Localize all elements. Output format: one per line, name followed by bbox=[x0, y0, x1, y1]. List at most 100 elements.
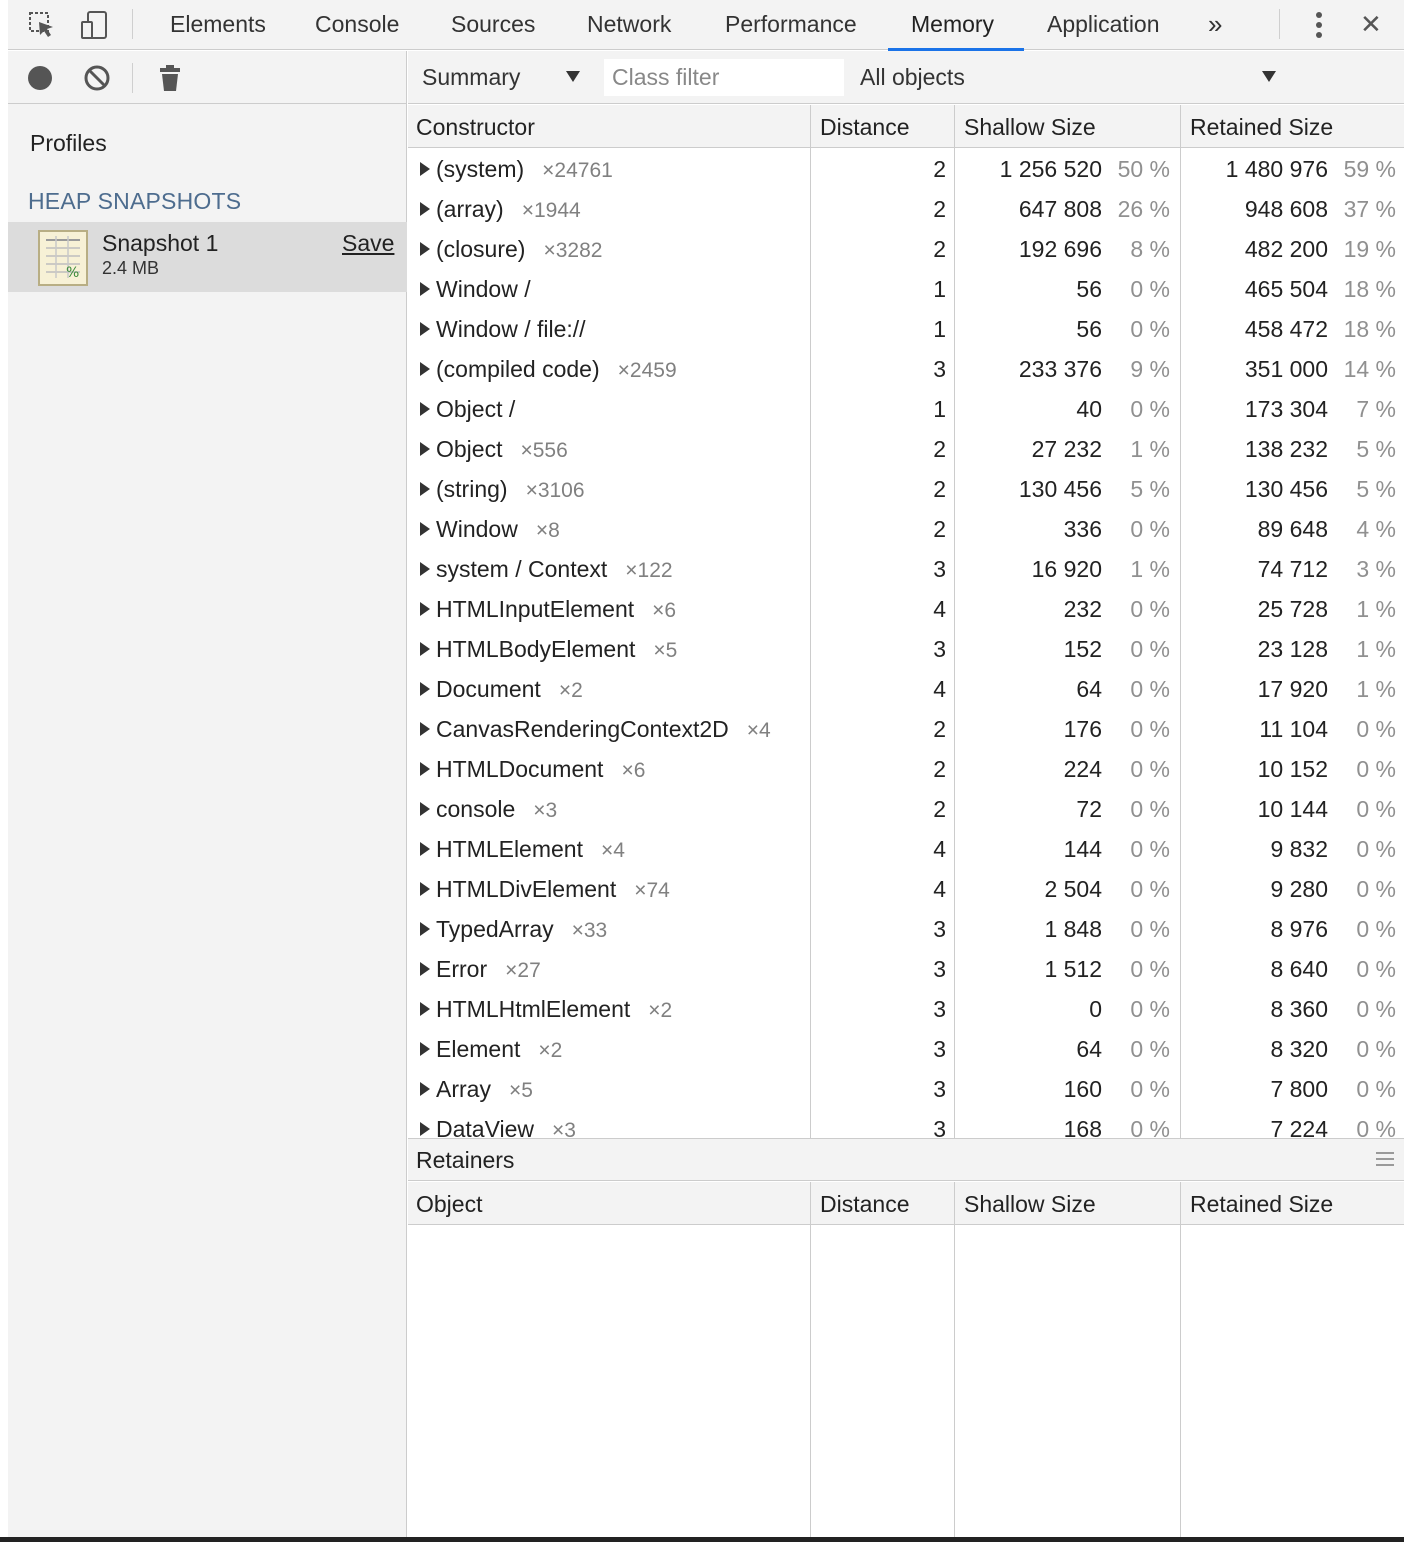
table-row[interactable]: Element ×2 3 64 0 % 8 320 0 % bbox=[408, 1029, 1404, 1069]
tab-elements[interactable]: Elements bbox=[170, 0, 266, 50]
table-row[interactable]: HTMLDivElement ×74 4 2 504 0 % 9 280 0 % bbox=[408, 869, 1404, 909]
column-header-object[interactable]: Object bbox=[408, 1182, 482, 1225]
table-row[interactable]: (closure) ×3282 2 192 696 8 % 482 200 19 % bbox=[408, 229, 1404, 269]
class-filter-input[interactable] bbox=[604, 59, 844, 96]
column-header-retained-size[interactable]: Retained Size bbox=[1182, 1182, 1333, 1225]
expand-triangle-icon[interactable] bbox=[420, 522, 430, 536]
shallow-size-cell: 160 bbox=[1063, 1076, 1102, 1102]
expand-triangle-icon[interactable] bbox=[420, 202, 430, 216]
expand-triangle-icon[interactable] bbox=[420, 1122, 430, 1136]
expand-triangle-icon[interactable] bbox=[420, 882, 430, 896]
tab-sources[interactable]: Sources bbox=[451, 0, 535, 50]
expand-triangle-icon[interactable] bbox=[420, 842, 430, 856]
expand-triangle-icon[interactable] bbox=[420, 282, 430, 296]
expand-triangle-icon[interactable] bbox=[420, 1042, 430, 1056]
close-icon[interactable]: ✕ bbox=[1360, 0, 1382, 50]
table-row[interactable]: Error ×27 3 1 512 0 % 8 640 0 % bbox=[408, 949, 1404, 989]
device-toolbar-icon[interactable] bbox=[74, 0, 114, 50]
snapshot-list-item[interactable]: % Snapshot 1 2.4 MB Save bbox=[8, 222, 407, 292]
expand-triangle-icon[interactable] bbox=[420, 762, 430, 776]
expand-triangle-icon[interactable] bbox=[420, 562, 430, 576]
table-row[interactable]: console ×3 2 72 0 % 10 144 0 % bbox=[408, 789, 1404, 829]
expand-triangle-icon[interactable] bbox=[420, 162, 430, 176]
table-row[interactable]: HTMLDocument ×6 2 224 0 % 10 152 0 % bbox=[408, 749, 1404, 789]
column-header-shallow-size[interactable]: Shallow Size bbox=[956, 1182, 1096, 1225]
constructor-name: Object / bbox=[436, 396, 516, 422]
table-row[interactable]: HTMLBodyElement ×5 3 152 0 % 23 128 1 % bbox=[408, 629, 1404, 669]
expand-triangle-icon[interactable] bbox=[420, 962, 430, 976]
table-row[interactable]: Window / 1 56 0 % 465 504 18 % bbox=[408, 269, 1404, 309]
table-row[interactable]: DataView ×3 3 168 0 % 7 224 0 % bbox=[408, 1109, 1404, 1138]
instance-count: ×2 bbox=[538, 1039, 563, 1062]
distance-cell: 3 bbox=[933, 916, 946, 942]
column-header-shallow-size[interactable]: Shallow Size bbox=[956, 105, 1096, 148]
chevron-down-icon[interactable] bbox=[1262, 71, 1276, 82]
expand-triangle-icon[interactable] bbox=[420, 362, 430, 376]
expand-triangle-icon[interactable] bbox=[420, 442, 430, 456]
table-row[interactable]: Object / 1 40 0 % 173 304 7 % bbox=[408, 389, 1404, 429]
objects-scope-select[interactable]: All objects bbox=[860, 51, 965, 104]
expand-triangle-icon[interactable] bbox=[420, 482, 430, 496]
expand-triangle-icon[interactable] bbox=[420, 322, 430, 336]
retained-size-cell: 7 224 bbox=[1270, 1116, 1328, 1138]
tab-performance[interactable]: Performance bbox=[725, 0, 857, 50]
table-row[interactable]: HTMLElement ×4 4 144 0 % 9 832 0 % bbox=[408, 829, 1404, 869]
tab-memory[interactable]: Memory bbox=[911, 0, 994, 50]
clear-all-profiles-icon[interactable] bbox=[82, 51, 112, 104]
table-row[interactable]: HTMLInputElement ×6 4 232 0 % 25 728 1 % bbox=[408, 589, 1404, 629]
constructor-name: (closure) bbox=[436, 236, 526, 262]
retained-size-cell: 8 976 bbox=[1270, 916, 1328, 942]
column-header-distance[interactable]: Distance bbox=[812, 105, 909, 148]
tab-application[interactable]: Application bbox=[1047, 0, 1160, 50]
column-header-distance[interactable]: Distance bbox=[812, 1182, 909, 1225]
table-row[interactable]: CanvasRenderingContext2D ×4 2 176 0 % 11 104 0… bbox=[408, 709, 1404, 749]
table-row[interactable]: Window ×8 2 336 0 % 89 648 4 % bbox=[408, 509, 1404, 549]
inspect-element-icon[interactable] bbox=[22, 0, 62, 50]
shallow-size-cell: 27 232 bbox=[1031, 436, 1102, 462]
kebab-menu-icon[interactable] bbox=[1304, 0, 1334, 50]
instance-count: ×2 bbox=[558, 679, 583, 702]
retained-size-cell: 465 504 bbox=[1244, 276, 1328, 302]
table-row[interactable]: HTMLHtmlElement ×2 3 0 0 % 8 360 0 % bbox=[408, 989, 1404, 1029]
expand-triangle-icon[interactable] bbox=[420, 922, 430, 936]
chevron-down-icon[interactable] bbox=[566, 71, 580, 82]
table-row[interactable]: (string) ×3106 2 130 456 5 % 130 456 5 % bbox=[408, 469, 1404, 509]
constructor-name: (compiled code) bbox=[436, 356, 600, 382]
table-row[interactable]: Document ×2 4 64 0 % 17 920 1 % bbox=[408, 669, 1404, 709]
perspective-select[interactable]: Summary bbox=[422, 51, 520, 104]
resize-handle-icon[interactable] bbox=[1376, 1152, 1394, 1170]
column-header-retained-size[interactable]: Retained Size bbox=[1182, 105, 1333, 148]
distance-cell: 4 bbox=[933, 876, 946, 902]
expand-triangle-icon[interactable] bbox=[420, 642, 430, 656]
expand-triangle-icon[interactable] bbox=[420, 1082, 430, 1096]
shallow-size-cell: 1 512 bbox=[1044, 956, 1102, 982]
table-row[interactable]: (array) ×1944 2 647 808 26 % 948 608 37 % bbox=[408, 189, 1404, 229]
save-snapshot-link[interactable]: Save bbox=[342, 230, 394, 257]
column-header-constructor[interactable]: Constructor bbox=[408, 105, 535, 148]
collect-garbage-icon[interactable] bbox=[158, 51, 182, 104]
tab-network[interactable]: Network bbox=[587, 0, 671, 50]
expand-triangle-icon[interactable] bbox=[420, 1002, 430, 1016]
record-button[interactable] bbox=[26, 51, 54, 104]
instance-count: ×3 bbox=[533, 799, 558, 822]
expand-triangle-icon[interactable] bbox=[420, 602, 430, 616]
table-row[interactable]: Window / file:// 1 56 0 % 458 472 18 % bbox=[408, 309, 1404, 349]
constructor-cell: HTMLHtmlElement ×2 bbox=[436, 989, 672, 1029]
table-row[interactable]: (system) ×24761 2 1 256 520 50 % 1 480 976 59 … bbox=[408, 149, 1404, 189]
table-row[interactable]: TypedArray ×33 3 1 848 0 % 8 976 0 % bbox=[408, 909, 1404, 949]
table-row[interactable]: Object ×556 2 27 232 1 % 138 232 5 % bbox=[408, 429, 1404, 469]
table-row[interactable]: system / Context ×122 3 16 920 1 % 74 712 3 % bbox=[408, 549, 1404, 589]
retained-size-cell: 11 104 bbox=[1259, 716, 1328, 742]
expand-triangle-icon[interactable] bbox=[420, 682, 430, 696]
retained-size-percent: 18 % bbox=[1343, 316, 1396, 342]
more-tabs-icon[interactable]: » bbox=[1208, 0, 1222, 50]
retainers-bar[interactable]: Retainers bbox=[408, 1138, 1404, 1181]
table-row[interactable]: (compiled code) ×2459 3 233 376 9 % 351 000 14… bbox=[408, 349, 1404, 389]
expand-triangle-icon[interactable] bbox=[420, 722, 430, 736]
expand-triangle-icon[interactable] bbox=[420, 242, 430, 256]
shallow-size-cell: 16 920 bbox=[1031, 556, 1102, 582]
table-row[interactable]: Array ×5 3 160 0 % 7 800 0 % bbox=[408, 1069, 1404, 1109]
expand-triangle-icon[interactable] bbox=[420, 802, 430, 816]
tab-console[interactable]: Console bbox=[315, 0, 399, 50]
expand-triangle-icon[interactable] bbox=[420, 402, 430, 416]
